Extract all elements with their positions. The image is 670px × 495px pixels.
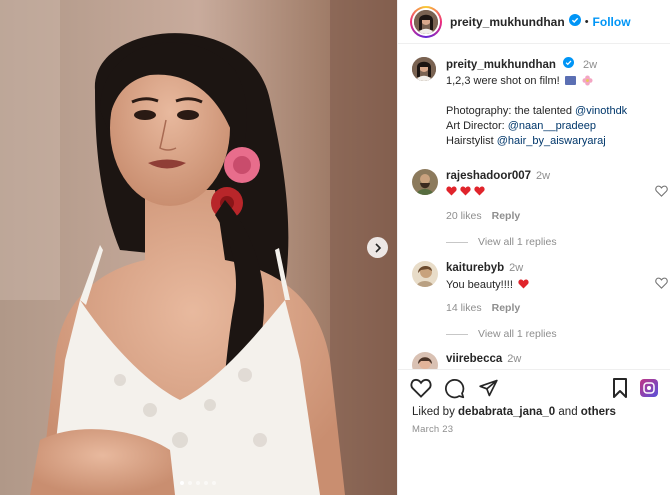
avatar[interactable] xyxy=(412,57,436,81)
mention-link[interactable]: @hair_by_aiswaryaraj xyxy=(497,135,606,147)
next-slide-button[interactable] xyxy=(367,237,388,258)
liked-by-and: and xyxy=(555,406,581,418)
caption-text: Photography: the talented xyxy=(446,105,576,117)
follow-button[interactable]: Follow xyxy=(593,15,631,29)
chevron-right-icon xyxy=(374,242,381,253)
header-username[interactable]: preity_mukhundhan xyxy=(450,15,565,29)
red-heart-emoji-icon xyxy=(446,186,457,196)
comment-likes[interactable]: 14 likes xyxy=(446,302,482,314)
carousel-dot xyxy=(212,481,216,485)
carousel-dot xyxy=(188,481,192,485)
carousel-dot xyxy=(180,481,184,485)
story-ring[interactable] xyxy=(410,5,442,38)
comment-username[interactable]: rajeshadoor007 xyxy=(446,170,531,182)
separator: • xyxy=(584,15,589,28)
comment-bubble-icon[interactable] xyxy=(444,378,465,399)
reply-button[interactable]: Reply xyxy=(492,302,521,314)
like-heart-icon[interactable] xyxy=(410,378,432,398)
avatar[interactable] xyxy=(412,169,438,195)
app-extension-icon[interactable] xyxy=(640,379,658,397)
caption-time: 2w xyxy=(583,58,598,71)
comment-text: You beauty!!!! xyxy=(446,279,513,291)
view-replies-button[interactable]: View all 1 replies xyxy=(446,328,557,340)
comment-time: 2w xyxy=(509,262,524,274)
avatar[interactable] xyxy=(412,261,438,287)
comment-item: viirebecca 2w xyxy=(412,352,662,369)
liked-by-prefix: Liked by xyxy=(412,406,459,418)
post-image[interactable] xyxy=(0,0,397,495)
red-heart-emoji-icon xyxy=(474,186,485,196)
comment-item: rajeshadoor007 2w 20 likes Reply xyxy=(412,169,668,223)
comment-time: 2w xyxy=(536,170,551,182)
red-heart-emoji-icon xyxy=(518,279,529,289)
comment-item: kaiturebyb 2w You beauty!!!! 14 likes Repl… xyxy=(412,261,668,315)
mention-link[interactable]: @naan__pradeep xyxy=(508,120,596,132)
post-actions-bar xyxy=(398,369,670,409)
avatar[interactable] xyxy=(412,352,438,369)
comments-scroll-area[interactable]: preity_mukhundhan 2w 1,2,3 were shot on … xyxy=(398,45,670,369)
avatar xyxy=(414,9,438,34)
carousel-dot xyxy=(204,481,208,485)
flower-emoji-icon xyxy=(582,75,593,86)
verified-badge-icon xyxy=(562,57,574,73)
comment-username[interactable]: kaiturebyb xyxy=(446,262,504,274)
post-date[interactable]: March 23 xyxy=(412,424,453,435)
film-emoji-icon xyxy=(564,76,576,85)
caption-line: 1,2,3 were shot on film! xyxy=(446,74,662,89)
view-replies-button[interactable]: View all 1 replies xyxy=(446,236,557,248)
verified-badge-icon xyxy=(568,14,581,29)
share-send-icon[interactable] xyxy=(478,378,499,398)
reply-button[interactable]: Reply xyxy=(492,210,521,222)
caption-text: Art Director: xyxy=(446,120,508,132)
like-comment-heart-icon[interactable] xyxy=(655,277,668,289)
liked-by-summary: Liked by debabrata_jana_0 and others xyxy=(412,406,616,418)
liked-by-others-link[interactable]: others xyxy=(581,406,616,418)
liked-by-user-link[interactable]: debabrata_jana_0 xyxy=(458,406,555,418)
carousel-dot xyxy=(196,481,200,485)
caption-text: 1,2,3 were shot on film! xyxy=(446,75,560,87)
comment-text-hearts xyxy=(446,186,485,196)
like-comment-heart-icon[interactable] xyxy=(655,185,668,197)
red-heart-emoji-icon xyxy=(460,186,471,196)
caption-text: Hairstylist xyxy=(446,135,497,147)
mention-link[interactable]: @vinothdk xyxy=(575,105,627,117)
comment-username[interactable]: viirebecca xyxy=(446,353,502,365)
post-side-panel: preity_mukhundhan • Follow preity_mukhun… xyxy=(397,0,670,495)
carousel-indicator xyxy=(180,481,216,485)
comment-time: 2w xyxy=(507,353,522,365)
post-header: preity_mukhundhan • Follow xyxy=(398,0,670,44)
comment-likes[interactable]: 20 likes xyxy=(446,210,482,222)
post-caption: preity_mukhundhan 2w 1,2,3 were shot on … xyxy=(412,57,662,149)
portrait-illustration xyxy=(0,0,397,495)
caption-username[interactable]: preity_mukhundhan xyxy=(446,59,556,71)
save-bookmark-icon[interactable] xyxy=(612,378,628,398)
